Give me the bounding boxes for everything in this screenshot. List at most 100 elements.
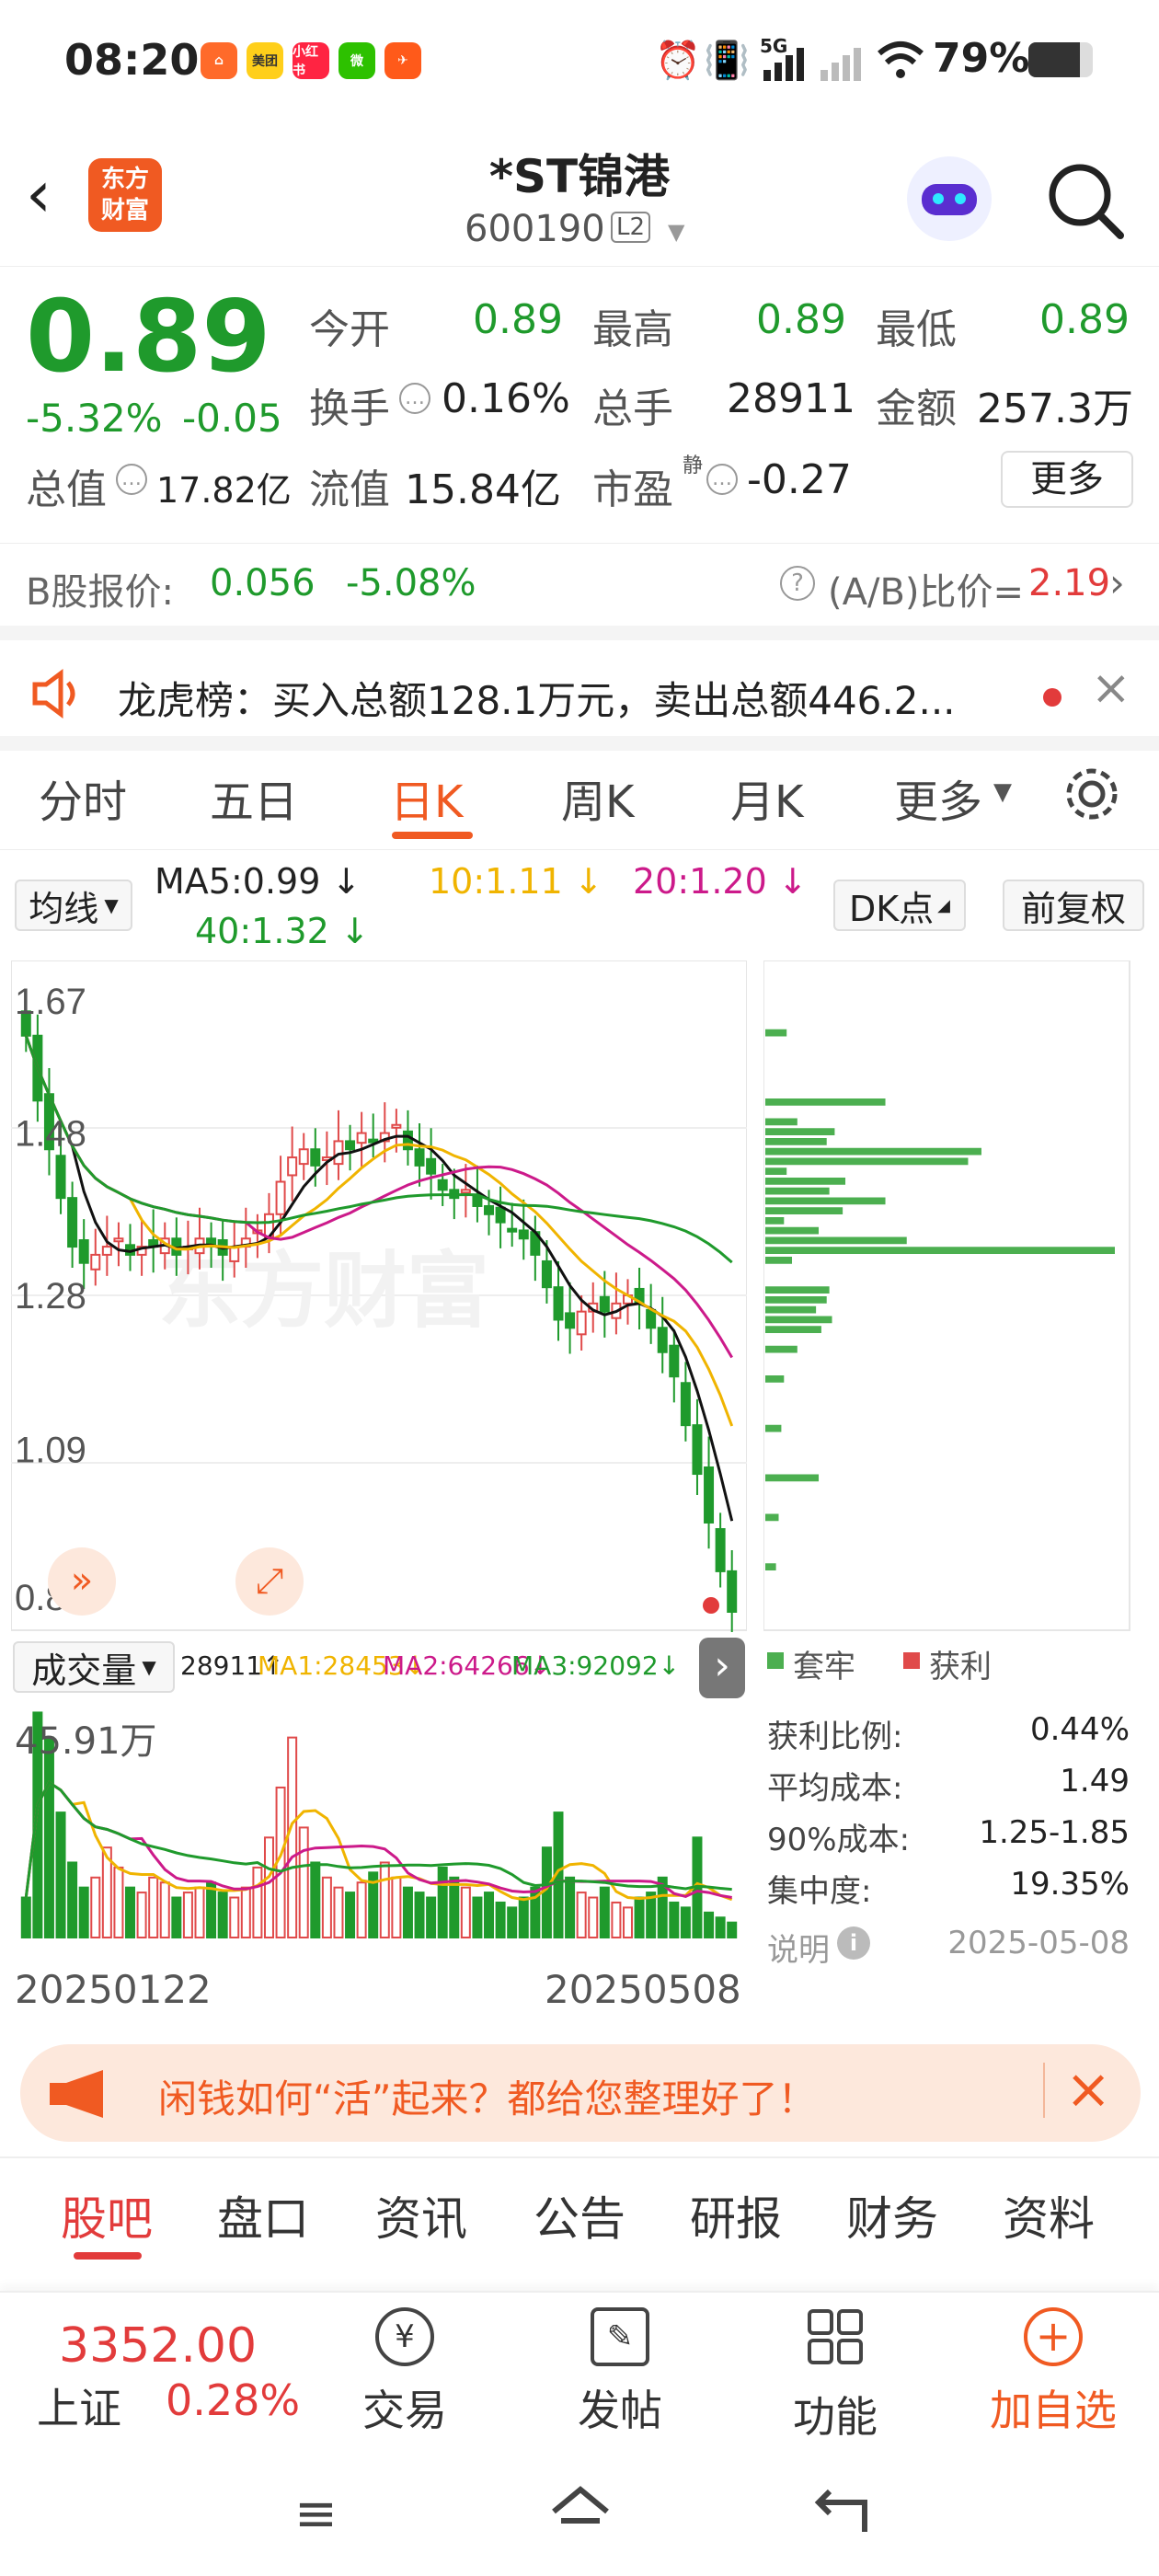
robot-assistant-icon[interactable] (907, 156, 992, 241)
ma40-value: 40:1.32 ↓ (195, 911, 370, 951)
tab-news[interactable]: 资讯 (375, 2182, 467, 2248)
turnover-label: 换手 (309, 385, 390, 432)
info-icon[interactable]: … (116, 464, 147, 495)
tab-monthly-k[interactable]: 月K (730, 765, 803, 830)
tab-order-book[interactable]: 盘口 (217, 2182, 309, 2248)
tab-weekly-k[interactable]: 周K (561, 765, 634, 830)
system-nav-bar: ≡ (0, 2444, 1159, 2576)
alarm-icon: ⏰ (655, 40, 701, 82)
chip-bar (765, 1563, 776, 1570)
close-icon[interactable]: × (1091, 661, 1131, 716)
volume-bar (646, 1892, 657, 1939)
back-nav-icon[interactable] (809, 2484, 874, 2539)
chip-bar (765, 1296, 827, 1304)
info-icon[interactable]: i (837, 1926, 870, 1960)
amount-value: 257.3万 (977, 385, 1133, 432)
volume-bar (484, 1892, 495, 1939)
candle-body (426, 1157, 437, 1175)
candle-body (541, 1259, 552, 1289)
volume-bar (507, 1906, 518, 1939)
tab-research[interactable]: 研报 (690, 2182, 782, 2248)
vibrate-icon: 📳 (704, 40, 750, 82)
dk-point-button[interactable]: DK点 ◢ (833, 880, 966, 931)
chip-bar (765, 1197, 886, 1205)
candle-body (565, 1312, 576, 1329)
low-value: 0.89 (1039, 296, 1130, 343)
y-tick-label: 1.09 (15, 1431, 86, 1471)
chip-bar (765, 1128, 835, 1135)
more-button[interactable]: 更多 (1001, 451, 1133, 508)
volume-bar (240, 1886, 251, 1938)
volume-bar (206, 1881, 217, 1938)
pe-value: -0.27 (747, 456, 852, 503)
chevron-right-icon[interactable]: › (699, 1638, 745, 1698)
notification-app-icon: 小红书 (293, 42, 329, 79)
candle-body (692, 1424, 703, 1476)
menu-icon[interactable]: ≡ (294, 2484, 338, 2544)
info-icon[interactable]: … (399, 383, 430, 414)
candle-body (704, 1466, 715, 1524)
add-watchlist-button[interactable]: + 加自选 (984, 2307, 1122, 2438)
candle-body (553, 1286, 564, 1321)
tab-intraday[interactable]: 分时 (39, 765, 127, 830)
gear-icon[interactable] (1061, 764, 1122, 824)
functions-button[interactable]: 功能 (780, 2307, 890, 2444)
candle-body (356, 1132, 367, 1144)
volume-bar (20, 1896, 31, 1939)
notification-app-icon: ✈ (384, 42, 421, 79)
tab-five-day[interactable]: 五日 (210, 765, 298, 830)
chevron-down-icon[interactable]: ▼ (668, 219, 684, 245)
tab-finance[interactable]: 财务 (846, 2182, 938, 2248)
candle-body (599, 1295, 610, 1313)
info-icon[interactable]: … (706, 464, 738, 495)
chip-bar (765, 1138, 827, 1145)
tab-more[interactable]: 更多 (894, 765, 982, 830)
tab-profile[interactable]: 资料 (1003, 2182, 1095, 2248)
volume-bar (182, 1892, 193, 1939)
volume-bar (518, 1896, 529, 1939)
search-icon[interactable] (1045, 160, 1124, 239)
tab-announcements[interactable]: 公告 (534, 2182, 625, 2248)
note-link[interactable]: 说明 (767, 1925, 830, 1970)
change-amount: -0.05 (182, 396, 282, 441)
chip-distribution-chart[interactable] (763, 960, 1131, 1632)
chevron-right-icon[interactable]: › (1109, 560, 1125, 605)
plus-icon: + (1024, 2307, 1083, 2366)
volume-bar (321, 1876, 332, 1938)
candle-body (646, 1308, 657, 1329)
chip-bar (765, 1326, 821, 1333)
volume-bar (588, 1896, 599, 1939)
tab-daily-k[interactable]: 日K (390, 765, 463, 830)
chip-bar (765, 1474, 820, 1482)
promo-banner[interactable]: 闲钱如何“活”起来？都给您整理好了！ × (20, 2044, 1141, 2142)
volume-bar (611, 1901, 622, 1939)
level2-badge[interactable]: L2 (611, 212, 651, 243)
yen-icon: ¥ (375, 2307, 434, 2366)
double-chevron-icon[interactable]: » (48, 1547, 116, 1616)
home-icon[interactable] (548, 2484, 613, 2539)
dragon-tiger-notice[interactable]: 龙虎榜：买入总额128.1万元，卖出总额446.2... × (0, 626, 1159, 736)
close-icon[interactable]: × (1065, 2057, 1111, 2122)
candle-body (55, 1155, 66, 1200)
chip-bar (765, 1424, 782, 1432)
trade-button[interactable]: ¥ 交易 (350, 2307, 460, 2438)
volume-bar (356, 1881, 367, 1938)
volume-bar (229, 1896, 240, 1939)
chip-bar (765, 1217, 785, 1225)
volume-bar (727, 1921, 738, 1938)
expand-icon[interactable]: ⤢ (235, 1547, 304, 1616)
help-icon[interactable]: ? (780, 566, 815, 601)
tab-forum[interactable]: 股吧 (61, 2182, 153, 2248)
banner-text: 闲钱如何“活”起来？都给您整理好了！ (158, 2076, 817, 2122)
indicator-selector[interactable]: 均线 ▼ (15, 880, 132, 931)
post-button[interactable]: ✎ 发帖 (565, 2307, 675, 2438)
volume-indicator-selector[interactable]: 成交量 ▼ (13, 1641, 175, 1693)
adjust-button[interactable]: 前复权 (1003, 880, 1144, 931)
avg-cost-value: 1.49 (1060, 1763, 1130, 1800)
index-pct: 0.28% (166, 2375, 301, 2425)
b-share-row: B股报价: 0.056 -5.08% ? (A/B)比价= 2.19 › (0, 543, 1159, 626)
candlestick-chart[interactable]: 东方财富 1.671.481.281.090.89 (11, 960, 747, 1632)
candle-body (518, 1229, 529, 1240)
high-value: 0.89 (756, 296, 846, 343)
chevron-down-icon[interactable]: ▼ (993, 778, 1012, 806)
